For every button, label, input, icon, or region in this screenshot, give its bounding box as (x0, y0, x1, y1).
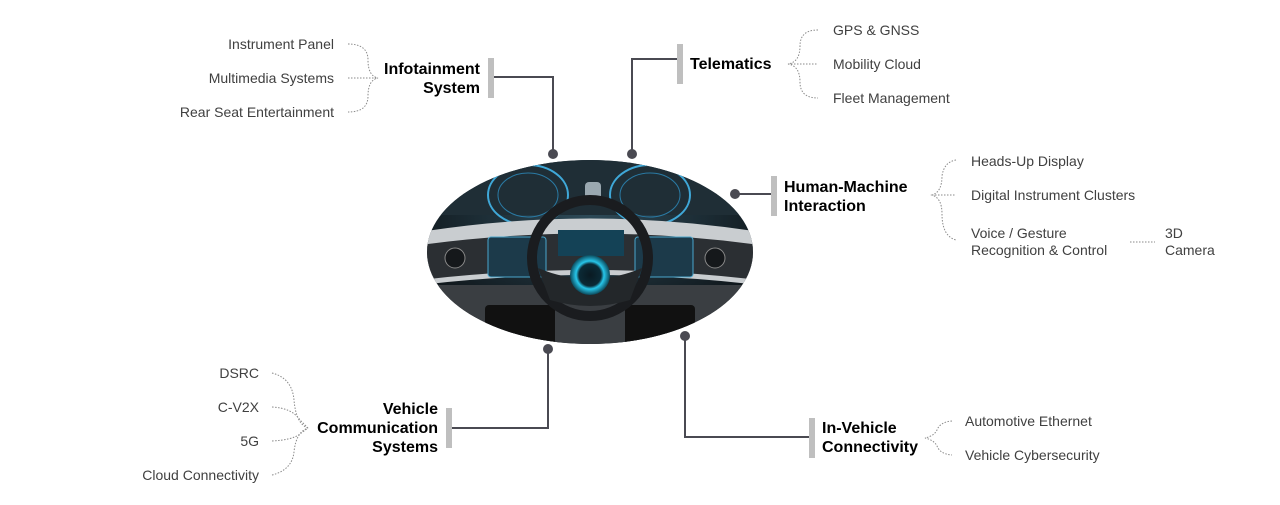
node-dot (543, 344, 553, 354)
list-item: Automotive Ethernet (965, 413, 1092, 429)
list-item: Digital Instrument Clusters (971, 187, 1136, 203)
list-item: DSRC (219, 365, 259, 381)
list-item: GPS & GNSS (833, 22, 920, 38)
list-item: C-V2X (217, 399, 259, 415)
node-dot (730, 189, 740, 199)
connector-infotainment (493, 76, 554, 153)
accent-bar-in-vehicle (809, 418, 815, 458)
heading-telematics: Telematics (690, 56, 772, 73)
car-cockpit-image (427, 160, 753, 344)
bracket-telematics (787, 29, 819, 99)
connector-telematics (631, 58, 680, 153)
list-item: Instrument Panel (228, 36, 334, 52)
node-dot (627, 149, 637, 159)
list-item: Rear Seat Entertainment (179, 104, 334, 120)
heading-infotainment: Infotainment System (384, 61, 480, 97)
list-item: Heads-Up Display (971, 153, 1084, 169)
list-item: Voice / Gesture Recognition & Control (971, 225, 1108, 258)
list-item: Mobility Cloud (833, 56, 921, 72)
bracket-v2x (271, 372, 309, 476)
node-dot (680, 331, 690, 341)
list-item: Fleet Management (833, 90, 950, 106)
heading-v2x: Vehicle Communication Systems (317, 401, 438, 456)
list-item: Vehicle Cybersecurity (965, 447, 1100, 463)
bracket-in-vehicle (924, 420, 953, 456)
steering-hub (570, 255, 610, 295)
heading-in-vehicle: In-Vehicle Connectivity (822, 420, 919, 456)
sub-item-3d-camera: 3D Camera (1165, 225, 1215, 258)
list-item: Cloud Connectivity (142, 467, 259, 483)
list-item: 5G (240, 433, 259, 449)
bracket-infotainment (347, 43, 379, 113)
connector-v2x (450, 350, 549, 429)
node-dot (548, 149, 558, 159)
list-item: Multimedia Systems (208, 70, 334, 86)
accent-bar-v2x (446, 408, 452, 448)
heading-hmi: Human-Machine Interaction (784, 179, 908, 215)
bracket-hmi (930, 159, 957, 241)
accent-bar-telematics (677, 44, 683, 84)
connector-in-vehicle (684, 337, 812, 438)
accent-bar-infotainment (488, 58, 494, 98)
accent-bar-hmi (771, 176, 777, 216)
